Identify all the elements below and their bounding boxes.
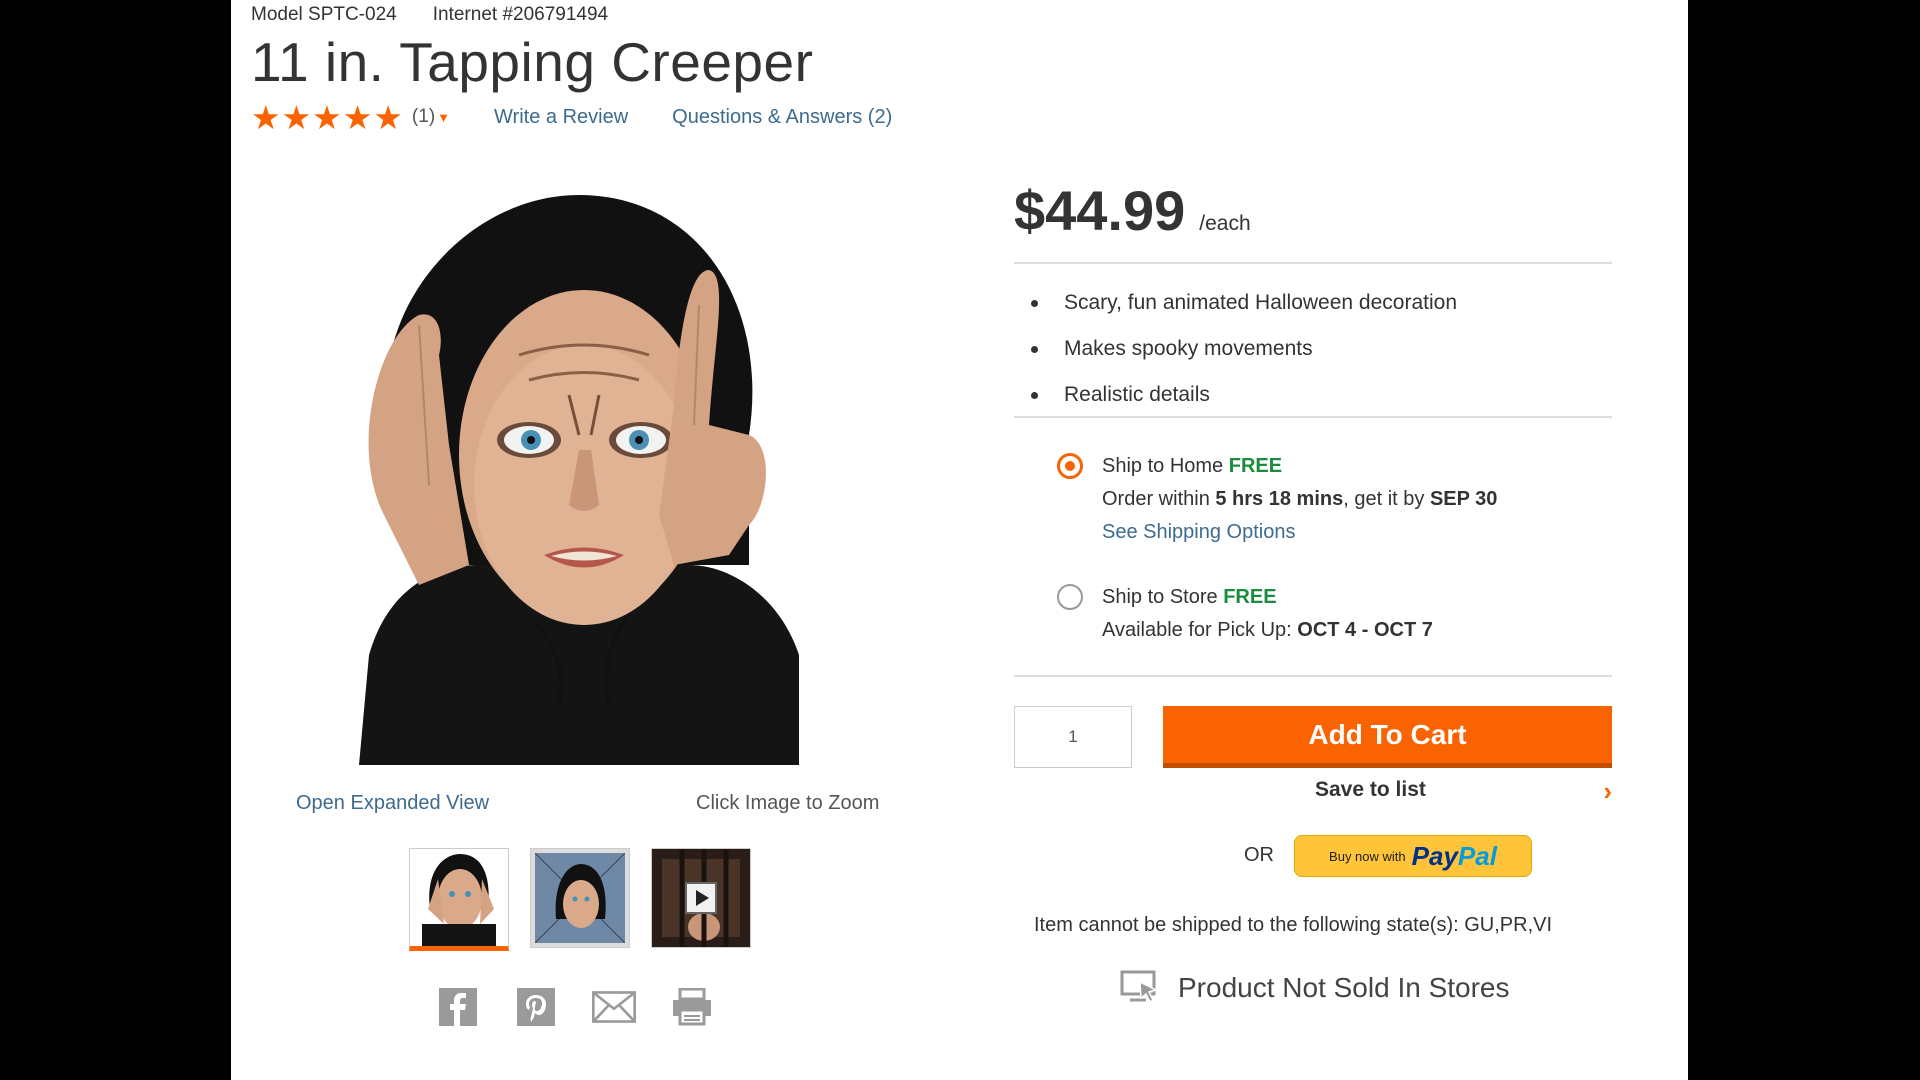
paypal-logo-pay: Pay — [1411, 840, 1458, 871]
email-icon[interactable] — [592, 985, 636, 1029]
price-block: $44.99 /each — [1014, 178, 1251, 243]
product-page: Model SPTC-024 Internet #206791494 11 in.… — [231, 0, 1688, 1080]
delivery-estimate: Order within 5 hrs 18 mins, get it by SE… — [1102, 488, 1498, 510]
ship-to-store-label: Ship to Store — [1102, 586, 1224, 608]
thumbnail-video[interactable] — [651, 848, 751, 948]
divider — [1014, 675, 1612, 677]
add-to-cart-button[interactable]: Add To Cart — [1163, 706, 1612, 768]
internet-number: Internet #206791494 — [432, 4, 609, 25]
list-item: Scary, fun animated Halloween decoration — [1031, 280, 1457, 326]
thumbnail-window[interactable] — [530, 848, 630, 948]
price: $44.99 — [1014, 179, 1186, 242]
thumbnail-front[interactable] — [409, 848, 509, 951]
rating-row: ★★★★★ (1) ▼ Write a Review Questions & A… — [251, 100, 892, 134]
ship-to-store-option[interactable]: Ship to Store FREE Available for Pick Up… — [1057, 581, 1433, 647]
questions-answers-link[interactable]: Questions & Answers (2) — [672, 106, 892, 129]
ship-to-home-radio[interactable] — [1057, 453, 1083, 479]
not-sold-in-stores: Product Not Sold In Stores — [1120, 970, 1510, 1006]
list-item: Makes spooky movements — [1031, 326, 1457, 372]
pickup-estimate: Available for Pick Up: OCT 4 - OCT 7 — [1102, 619, 1433, 641]
ship-to-store-radio[interactable] — [1057, 584, 1083, 610]
write-review-link[interactable]: Write a Review — [494, 106, 628, 129]
thumbnail-strip — [409, 848, 751, 951]
paypal-logo-pal: Pal — [1457, 840, 1497, 871]
share-bar — [436, 985, 714, 1029]
product-meta: Model SPTC-024 Internet #206791494 — [251, 4, 644, 26]
ship-to-home-free: FREE — [1228, 455, 1283, 477]
quantity-input[interactable] — [1014, 706, 1132, 768]
save-to-list-button[interactable]: Save to list › — [1163, 776, 1612, 808]
zoom-hint: Click Image to Zoom — [696, 792, 880, 814]
divider — [1014, 416, 1612, 418]
paypal-buy-text: Buy now with — [1329, 848, 1406, 864]
star-rating[interactable]: ★★★★★ — [251, 101, 404, 134]
model-number: Model SPTC-024 — [251, 4, 397, 25]
product-title: 11 in. Tapping Creeper — [251, 31, 814, 93]
chevron-right-icon: › — [1603, 776, 1612, 806]
divider — [1014, 262, 1612, 264]
save-to-list-label: Save to list — [1315, 778, 1426, 801]
shipping-restriction-notice: Item cannot be shipped to the following … — [1034, 914, 1553, 936]
ship-to-store-free: FREE — [1223, 586, 1277, 608]
main-product-image[interactable] — [329, 185, 829, 775]
not-sold-label: Product Not Sold In Stores — [1178, 972, 1510, 1003]
or-separator: OR — [1244, 844, 1274, 866]
open-expanded-view-link[interactable]: Open Expanded View — [296, 792, 489, 815]
ship-to-home-option[interactable]: Ship to Home FREE Order within 5 hrs 18 … — [1057, 450, 1497, 549]
chevron-down-icon[interactable]: ▼ — [437, 110, 450, 125]
facebook-icon[interactable] — [436, 985, 480, 1029]
list-item: Realistic details — [1031, 372, 1457, 418]
price-unit: /each — [1199, 212, 1251, 235]
ship-to-home-label: Ship to Home — [1102, 455, 1229, 477]
see-shipping-options-link[interactable]: See Shipping Options — [1102, 521, 1295, 543]
print-icon[interactable] — [670, 985, 714, 1029]
paypal-button[interactable]: Buy now with Pay Pal — [1294, 835, 1532, 877]
feature-list: Scary, fun animated Halloween decoration… — [1031, 280, 1457, 418]
pinterest-icon[interactable] — [514, 985, 558, 1029]
rating-count[interactable]: (1) — [412, 106, 435, 128]
monitor-cursor-icon — [1120, 970, 1159, 1004]
